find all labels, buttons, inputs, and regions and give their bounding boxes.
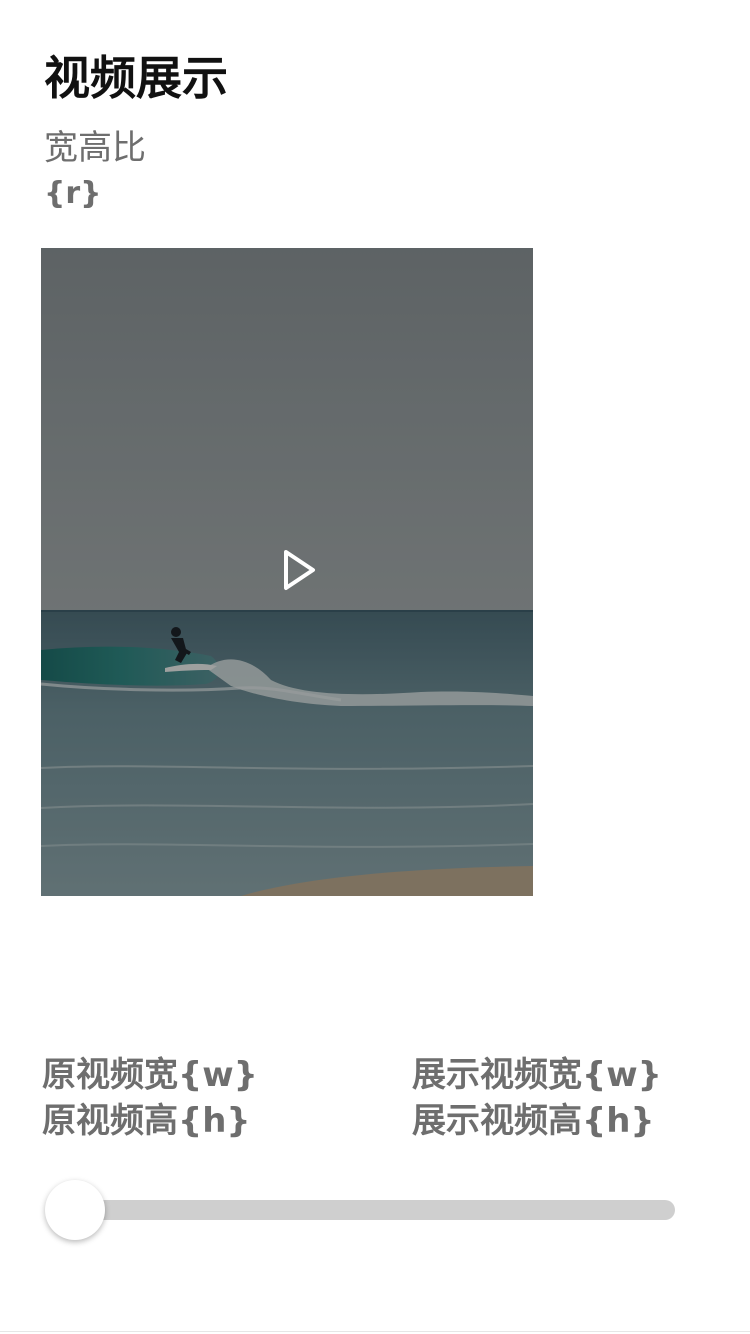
display-video-height: 展示视频高{h}	[412, 1101, 655, 1141]
video-player[interactable]	[41, 248, 533, 896]
original-video-width: 原视频宽{w}	[42, 1055, 258, 1095]
slider-track[interactable]	[75, 1200, 675, 1220]
aspect-ratio-value: {r}	[44, 176, 102, 211]
display-video-stats: 展示视频宽{w} 展示视频高{h}	[412, 1052, 662, 1144]
bottom-divider	[0, 1331, 750, 1332]
original-video-stats: 原视频宽{w} 原视频高{h}	[42, 1052, 258, 1144]
size-slider[interactable]	[45, 1180, 677, 1240]
display-video-width: 展示视频宽{w}	[412, 1055, 662, 1095]
slider-thumb[interactable]	[45, 1180, 105, 1240]
video-display-page: 视频展示 宽高比 {r} 原视频宽{w} 原视频高{h} 展示视频宽{w} 展示…	[0, 0, 750, 1334]
play-icon[interactable]	[267, 540, 327, 600]
aspect-ratio-label: 宽高比	[44, 128, 146, 168]
original-video-height: 原视频高{h}	[42, 1101, 251, 1141]
page-title: 视频展示	[44, 51, 228, 105]
